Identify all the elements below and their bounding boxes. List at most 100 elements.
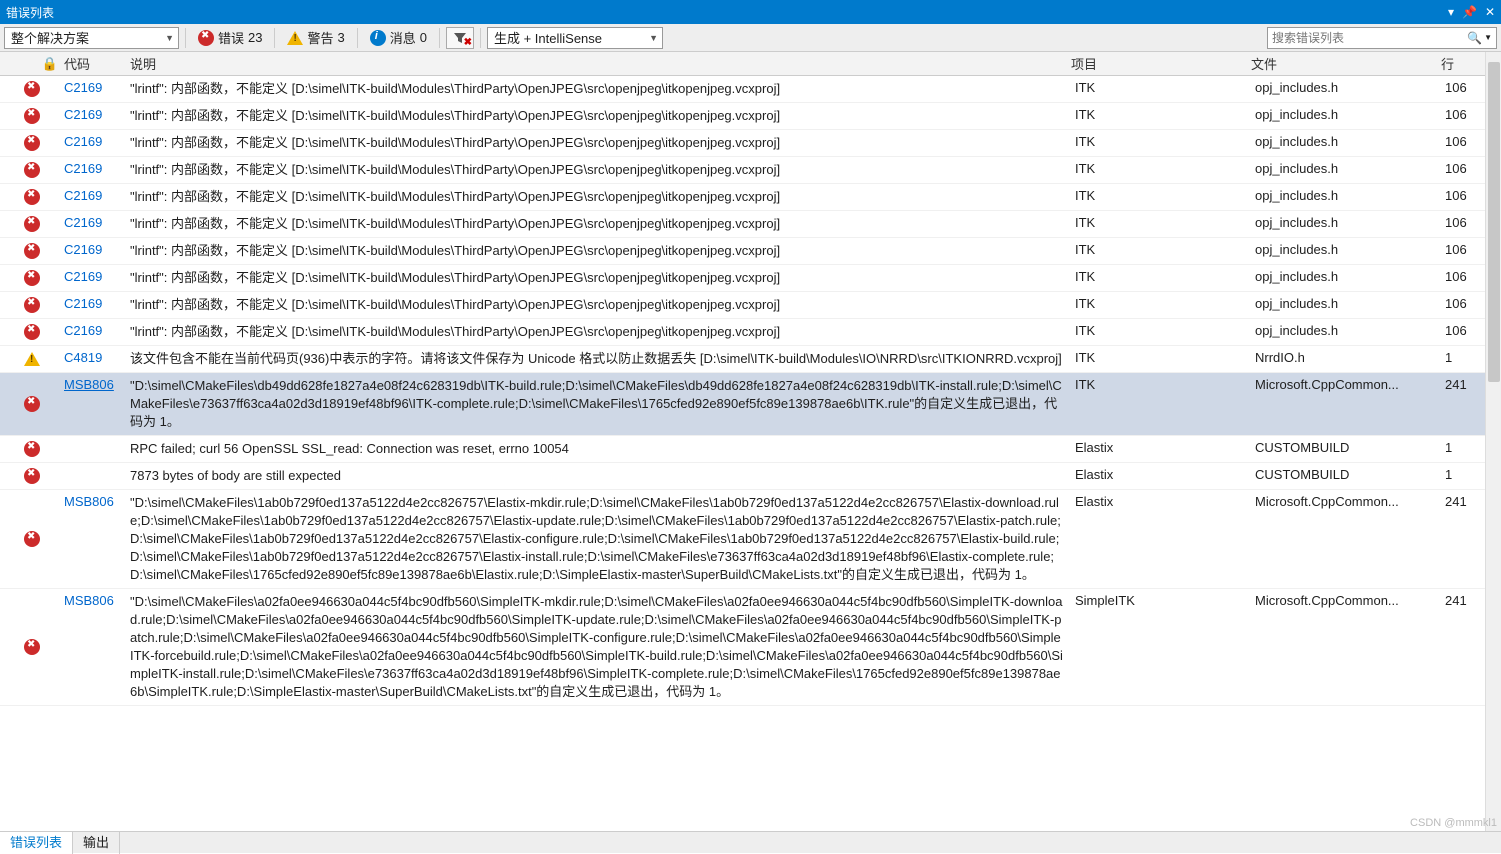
row-project: ITK (1071, 157, 1251, 183)
tab-error-list[interactable]: 错误列表 (0, 832, 73, 854)
error-code-link[interactable]: MSB806 (64, 494, 114, 509)
error-icon (24, 531, 40, 547)
column-header-line[interactable]: 行 (1441, 54, 1481, 73)
row-file: opj_includes.h (1251, 265, 1441, 291)
table-row[interactable]: MSB806"D:\simel\CMakeFiles\db49dd628fe18… (0, 373, 1501, 436)
table-row[interactable]: 7873 bytes of body are still expectedEla… (0, 463, 1501, 490)
error-code-link[interactable]: C2169 (64, 215, 102, 230)
row-project: ITK (1071, 292, 1251, 318)
row-severity (0, 211, 64, 237)
window-options-icon[interactable]: ▾ (1448, 5, 1454, 19)
column-header-project[interactable]: 项目 (1071, 54, 1251, 73)
table-row[interactable]: C2169 "lrintf": 内部函数，不能定义 [D:\simel\ITK-b… (0, 265, 1501, 292)
column-header-severity[interactable]: 🔒 (0, 56, 64, 72)
table-row[interactable]: C2169"lrintf": 内部函数，不能定义 [D:\simel\ITK-b… (0, 157, 1501, 184)
row-code[interactable]: C2169 (64, 265, 130, 291)
row-description: "lrintf": 内部函数，不能定义 [D:\simel\ITK-build\… (130, 265, 1071, 291)
row-code[interactable]: C2169 (64, 76, 130, 102)
row-code[interactable]: C2169 (64, 130, 130, 156)
error-icon (24, 468, 40, 484)
scrollbar-thumb[interactable] (1488, 62, 1500, 382)
row-code[interactable] (64, 436, 130, 462)
row-line: 106 (1441, 103, 1481, 129)
clear-filters-button[interactable]: ✖ (446, 27, 474, 49)
bottom-tab-row: 错误列表 输出 (0, 831, 1501, 853)
error-code-link[interactable]: C4819 (64, 350, 102, 365)
error-code-link[interactable]: C2169 (64, 134, 102, 149)
pin-icon[interactable]: 📌 (1462, 5, 1477, 19)
row-line: 241 (1441, 589, 1481, 705)
error-icon (24, 396, 40, 412)
row-code[interactable]: C2169 (64, 184, 130, 210)
row-file: opj_includes.h (1251, 211, 1441, 237)
error-code-link[interactable]: MSB806 (64, 593, 114, 608)
close-icon[interactable]: ✕ (1485, 5, 1495, 19)
row-code[interactable]: C2169 (64, 157, 130, 183)
tab-output[interactable]: 输出 (73, 832, 120, 854)
error-icon (24, 639, 40, 655)
row-severity (0, 319, 64, 345)
error-icon (24, 243, 40, 259)
row-description: "lrintf": 内部函数，不能定义 [D:\simel\ITK-build\… (130, 292, 1071, 318)
row-code[interactable]: MSB806 (64, 373, 130, 435)
table-row[interactable]: MSB806"D:\simel\CMakeFiles\a02fa0ee94663… (0, 589, 1501, 706)
error-code-link[interactable]: C2169 (64, 161, 102, 176)
row-severity (0, 463, 64, 489)
search-input[interactable] (1272, 31, 1467, 45)
row-code[interactable]: C2169 (64, 211, 130, 237)
column-header-desc[interactable]: 说明 (130, 54, 1071, 73)
table-row[interactable]: C2169"lrintf": 内部函数，不能定义 [D:\simel\ITK-b… (0, 103, 1501, 130)
search-box[interactable]: 🔍 ▼ (1267, 27, 1497, 49)
error-code-link[interactable]: C2169 (64, 242, 102, 257)
error-code-link[interactable]: C2169 (64, 107, 102, 122)
error-icon (24, 270, 40, 286)
row-file: NrrdIO.h (1251, 346, 1441, 372)
warnings-filter-button[interactable]: 警告 3 (281, 27, 350, 49)
error-code-link[interactable]: MSB806 (64, 377, 114, 392)
row-severity (0, 292, 64, 318)
errors-filter-button[interactable]: 错误 23 (192, 27, 268, 49)
table-row[interactable]: C2169"lrintf": 内部函数，不能定义 [D:\simel\ITK-b… (0, 211, 1501, 238)
row-line: 106 (1441, 157, 1481, 183)
column-header-code[interactable]: 代码 (64, 54, 130, 73)
row-project: ITK (1071, 238, 1251, 264)
table-row[interactable]: C2169"lrintf": 内部函数，不能定义 [D:\simel\ITK-b… (0, 76, 1501, 103)
row-code[interactable]: C2169 (64, 103, 130, 129)
error-code-link[interactable]: C2169 (64, 188, 102, 203)
table-row[interactable]: MSB806"D:\simel\CMakeFiles\1ab0b729f0ed1… (0, 490, 1501, 589)
table-row[interactable]: RPC failed; curl 56 OpenSSL SSL_read: Co… (0, 436, 1501, 463)
scope-combo[interactable]: 整个解决方案 ▼ (4, 27, 179, 49)
row-line: 1 (1441, 436, 1481, 462)
table-row[interactable]: C2169"lrintf": 内部函数，不能定义 [D:\simel\ITK-b… (0, 184, 1501, 211)
row-description: 7873 bytes of body are still expected (130, 463, 1071, 489)
error-list[interactable]: C2169 "lrintf": 内部函数，不能定义 [D:\simel\ITK-b… (0, 76, 1501, 830)
row-code[interactable]: MSB806 (64, 490, 130, 588)
table-row[interactable]: C4819该文件包含不能在当前代码页(936)中表示的字符。请将该文件保存为 U… (0, 346, 1501, 373)
row-severity (0, 436, 64, 462)
error-code-link[interactable]: C2169 (64, 269, 102, 284)
build-mode-combo[interactable]: 生成 + IntelliSense ▼ (487, 27, 663, 49)
error-code-link[interactable]: C2169 (64, 323, 102, 338)
row-code[interactable]: C4819 (64, 346, 130, 372)
error-code-link[interactable]: C2169 (64, 296, 102, 311)
table-row[interactable]: C2169"lrintf": 内部函数，不能定义 [D:\simel\ITK-b… (0, 238, 1501, 265)
row-code[interactable]: C2169 (64, 238, 130, 264)
watermark: CSDN @mmmkl1 (1410, 817, 1497, 829)
row-code[interactable]: C2169 (64, 319, 130, 345)
row-project: ITK (1071, 319, 1251, 345)
table-row[interactable]: C2169 "lrintf": 内部函数，不能定义 [D:\simel\ITK-b… (0, 292, 1501, 319)
row-severity (0, 184, 64, 210)
row-project: ITK (1071, 265, 1251, 291)
warning-icon (24, 352, 40, 366)
table-row[interactable]: C2169"lrintf": 内部函数，不能定义 [D:\simel\ITK-b… (0, 130, 1501, 157)
row-code[interactable] (64, 463, 130, 489)
vertical-scrollbar[interactable] (1485, 52, 1501, 831)
row-code[interactable]: MSB806 (64, 589, 130, 705)
row-project: ITK (1071, 211, 1251, 237)
row-project: ITK (1071, 346, 1251, 372)
table-row[interactable]: C2169"lrintf": 内部函数，不能定义 [D:\simel\ITK-b… (0, 319, 1501, 346)
column-header-file[interactable]: 文件 (1251, 54, 1441, 73)
row-code[interactable]: C2169 (64, 292, 130, 318)
messages-filter-button[interactable]: 消息 0 (364, 27, 433, 49)
error-code-link[interactable]: C2169 (64, 80, 102, 95)
